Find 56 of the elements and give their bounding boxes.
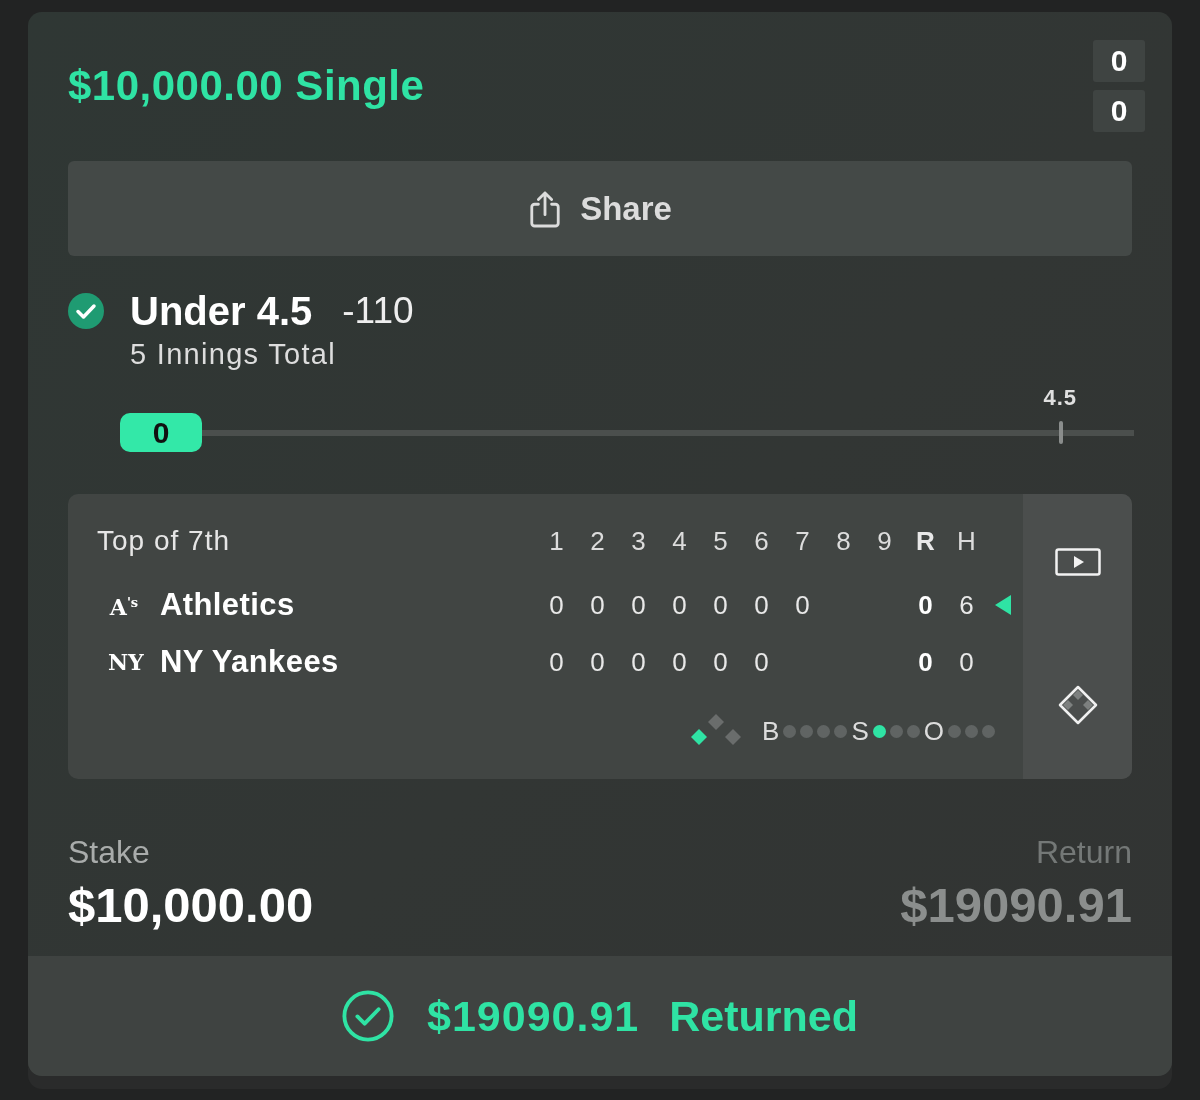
- inning-score: 0: [712, 589, 729, 622]
- team-logo: A$^{'s}$: [108, 593, 140, 623]
- video-play-icon[interactable]: [1054, 548, 1101, 577]
- inning-score: 0: [630, 646, 647, 679]
- inning-number: 6: [753, 525, 770, 558]
- inning-number: 2: [589, 525, 606, 558]
- inning-number: 9: [876, 525, 893, 558]
- return-label: Return: [1034, 834, 1132, 870]
- inning-number: 5: [712, 525, 729, 558]
- returned-label: Returned: [669, 991, 858, 1042]
- returned-amount: $19090.91: [427, 991, 640, 1042]
- line-value-label: 4.5: [1043, 385, 1077, 410]
- hits-total: 0: [958, 646, 975, 679]
- stake-amount: $10,000.00: [68, 879, 314, 931]
- runs-total: 0: [917, 589, 934, 622]
- inning-score: 0: [589, 589, 606, 622]
- inning-number: 4: [671, 525, 688, 558]
- inning-score: 0: [671, 589, 688, 622]
- inning-score: 0: [671, 646, 688, 679]
- inning-score: 0: [712, 646, 729, 679]
- odds-label: -110: [342, 289, 414, 333]
- score-counter: 0: [1093, 90, 1145, 132]
- team-name: NY Yankees: [160, 643, 339, 681]
- runs-total: 0: [917, 646, 934, 679]
- runs-header: R: [915, 525, 936, 558]
- inning-status: Top of 7th: [97, 524, 231, 558]
- team-name: Athletics: [160, 586, 295, 624]
- pick-label: Under 4.5: [130, 289, 313, 333]
- field-diamond-icon[interactable]: [1057, 684, 1098, 725]
- inning-score: 0: [589, 646, 606, 679]
- inning-score: 0: [548, 646, 565, 679]
- return-amount: $19090.91: [900, 879, 1132, 931]
- progress-thumb: 0: [120, 413, 202, 452]
- score-counter: 0: [1093, 40, 1145, 82]
- inning-number: 8: [835, 525, 852, 558]
- inning-score: 0: [753, 646, 770, 679]
- inning-number: 1: [548, 525, 565, 558]
- count-label: O: [923, 716, 944, 746]
- inning-score: 0: [548, 589, 565, 622]
- hits-total: 6: [958, 589, 975, 622]
- inning-number: 7: [794, 525, 811, 558]
- inning-score: 0: [794, 589, 811, 622]
- share-button[interactable]: Share: [68, 161, 1132, 256]
- count-label: S: [851, 716, 869, 746]
- share-icon: [528, 189, 563, 228]
- market-label: 5 Innings Total: [130, 337, 337, 371]
- inning-score: 0: [630, 589, 647, 622]
- hits-header: H: [956, 525, 977, 558]
- bet-title: $10,000.00 Single: [68, 61, 425, 111]
- inning-number: 3: [630, 525, 647, 558]
- stake-label: Stake: [68, 834, 151, 870]
- check-circle-icon: [68, 293, 104, 329]
- check-circle-icon: [342, 990, 394, 1042]
- line-marker-icon: [1059, 421, 1063, 444]
- count-label: B: [762, 716, 780, 746]
- inning-score: 0: [753, 589, 770, 622]
